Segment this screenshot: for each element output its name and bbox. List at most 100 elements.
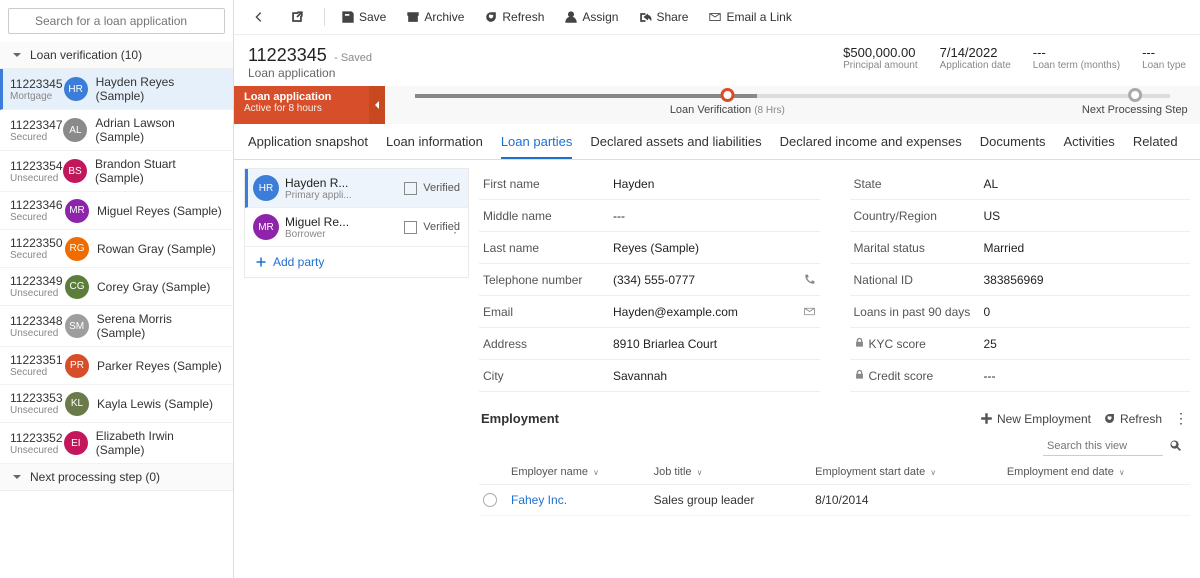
employer-link[interactable]: Fahey Inc. (511, 493, 567, 507)
tab-documents[interactable]: Documents (980, 124, 1046, 159)
field-label: Middle name (483, 209, 613, 223)
share-button[interactable]: Share (630, 6, 696, 28)
field-row[interactable]: State AL (850, 168, 1191, 200)
sidebar: Loan verification (10) 11223345Mortgage … (0, 0, 234, 578)
column-header[interactable]: Employment start date ∨ (811, 460, 1003, 485)
field-row[interactable]: City Savannah (479, 360, 820, 392)
field-value: Married (984, 241, 1187, 255)
progress-step-next[interactable]: Next Processing Step (1082, 88, 1188, 116)
save-status: - Saved (334, 52, 372, 64)
header-metric: $500,000.00Principal amount (843, 45, 917, 80)
employment-heading: Employment (481, 411, 559, 426)
stage-chip[interactable]: Loan application Active for 8 hours (234, 86, 369, 124)
loan-list-item[interactable]: 11223347Secured AL Adrian Lawson (Sample… (0, 110, 233, 151)
tab-declared-assets-and-liabilities[interactable]: Declared assets and liabilities (590, 124, 761, 159)
field-row[interactable]: Loans in past 90 days 0 (850, 296, 1191, 328)
loan-applicant-name: Rowan Gray (Sample) (97, 242, 216, 256)
column-header[interactable]: Employment end date ∨ (1003, 460, 1190, 485)
loan-list-item[interactable]: 11223348Unsecured SM Serena Morris (Samp… (0, 306, 233, 347)
archive-button[interactable]: Archive (398, 6, 472, 28)
fields-left: First name HaydenMiddle name ---Last nam… (479, 168, 820, 392)
new-employment-button[interactable]: New Employment (980, 412, 1091, 426)
field-row[interactable]: Telephone number (334) 555-0777 (479, 264, 820, 296)
header-metric: ---Loan type (1142, 45, 1186, 80)
employment-search-input[interactable] (1043, 437, 1163, 456)
verified-checkbox[interactable] (404, 182, 417, 195)
loan-list-item[interactable]: 11223349Unsecured CG Corey Gray (Sample) (0, 268, 233, 306)
column-header[interactable]: Job title ∨ (650, 460, 812, 485)
tab-related[interactable]: Related (1133, 124, 1178, 159)
loan-list-item[interactable]: 11223354Unsecured BS Brandon Stuart (Sam… (0, 151, 233, 192)
party-details: First name HaydenMiddle name ---Last nam… (479, 168, 1190, 570)
field-row[interactable]: Middle name --- (479, 200, 820, 232)
employment-refresh-button[interactable]: Refresh (1103, 412, 1162, 426)
field-row[interactable]: Address 8910 Briarlea Court (479, 328, 820, 360)
verified-checkbox[interactable] (404, 221, 417, 234)
mail-icon (708, 10, 722, 24)
avatar: RG (65, 237, 89, 261)
section-next-step[interactable]: Next processing step (0) (0, 464, 233, 491)
lock-icon (854, 369, 865, 380)
tab-bar: Application snapshot Loan information Loan… (234, 124, 1200, 160)
refresh-button[interactable]: Refresh (476, 6, 552, 28)
tab-application-snapshot[interactable]: Application snapshot (248, 124, 368, 159)
add-party-button[interactable]: Add party (245, 247, 468, 277)
field-row[interactable]: Marital status Married (850, 232, 1191, 264)
tab-loan-information[interactable]: Loan information (386, 124, 483, 159)
job-title-cell: Sales group leader (650, 485, 812, 516)
stage-progress: Loan application Active for 8 hours Loan… (234, 86, 1200, 124)
field-row[interactable]: Email Hayden@example.com (479, 296, 820, 328)
loan-list-item[interactable]: 11223345Mortgage HR Hayden Reyes (Sample… (0, 69, 233, 110)
field-row[interactable]: Credit score --- (850, 360, 1191, 392)
loan-list-item[interactable]: 11223350Secured RG Rowan Gray (Sample) (0, 230, 233, 268)
sort-icon: ∨ (1119, 468, 1125, 477)
tab-activities[interactable]: Activities (1064, 124, 1115, 159)
employment-section: Employment New Employment Refresh ⋮ (479, 404, 1190, 516)
field-value: Reyes (Sample) (613, 241, 816, 255)
refresh-icon (1103, 412, 1116, 425)
party-role: Primary appli... (285, 190, 404, 201)
employment-search-button[interactable] (1163, 437, 1188, 456)
chevron-left-icon (372, 100, 382, 110)
field-value: Savannah (613, 369, 816, 383)
tab-declared-income-and-expenses[interactable]: Declared income and expenses (780, 124, 962, 159)
back-button[interactable] (244, 6, 278, 28)
avatar: CG (65, 275, 89, 299)
party-row[interactable]: HR Hayden R... Primary appli... Verified (245, 169, 468, 208)
field-row[interactable]: First name Hayden (479, 168, 820, 200)
table-row[interactable]: Fahey Inc. Sales group leader 8/10/2014 (479, 485, 1190, 516)
save-button[interactable]: Save (333, 6, 394, 28)
loan-list-item[interactable]: 11223351Secured PR Parker Reyes (Sample) (0, 347, 233, 385)
row-select[interactable] (483, 493, 497, 507)
fields-right: State ALCountry/Region USMarital status … (850, 168, 1191, 392)
loan-list-item[interactable]: 11223346Secured MR Miguel Reyes (Sample) (0, 192, 233, 230)
refresh-icon (484, 10, 498, 24)
loan-applicant-name: Kayla Lewis (Sample) (97, 397, 213, 411)
field-value: US (984, 209, 1187, 223)
search-input[interactable] (8, 8, 225, 34)
popout-button[interactable] (282, 6, 316, 28)
avatar: AL (63, 118, 87, 142)
main: Save Archive Refresh Assign Share Email … (234, 0, 1200, 578)
field-row[interactable]: KYC score 25 (850, 328, 1191, 360)
email-button[interactable]: Email a Link (700, 6, 799, 28)
stage-collapse-button[interactable] (369, 86, 385, 124)
column-header[interactable]: Employer name ∨ (507, 460, 650, 485)
assign-button[interactable]: Assign (556, 6, 626, 28)
loan-applicant-name: Brandon Stuart (Sample) (95, 157, 223, 185)
field-row[interactable]: Last name Reyes (Sample) (479, 232, 820, 264)
field-label: Telephone number (483, 273, 613, 287)
employment-more-button[interactable]: ⋮ (1174, 410, 1188, 427)
loan-applicant-name: Adrian Lawson (Sample) (95, 116, 223, 144)
party-row[interactable]: MR Miguel Re... Borrower Verified ⋮ (245, 208, 468, 247)
party-more-button[interactable]: ⋮ (448, 220, 462, 234)
loan-list-item[interactable]: 11223353Unsecured KL Kayla Lewis (Sample… (0, 385, 233, 423)
field-value: 383856969 (984, 273, 1187, 287)
progress-step-current[interactable]: Loan Verification (8 Hrs) (670, 88, 785, 116)
tab-loan-parties[interactable]: Loan parties (501, 124, 573, 159)
section-loan-verification[interactable]: Loan verification (10) (0, 42, 233, 69)
field-row[interactable]: National ID 383856969 (850, 264, 1191, 296)
loan-list-item[interactable]: 11223352Unsecured EI Elizabeth Irwin (Sa… (0, 423, 233, 464)
avatar: SM (65, 314, 89, 338)
field-row[interactable]: Country/Region US (850, 200, 1191, 232)
